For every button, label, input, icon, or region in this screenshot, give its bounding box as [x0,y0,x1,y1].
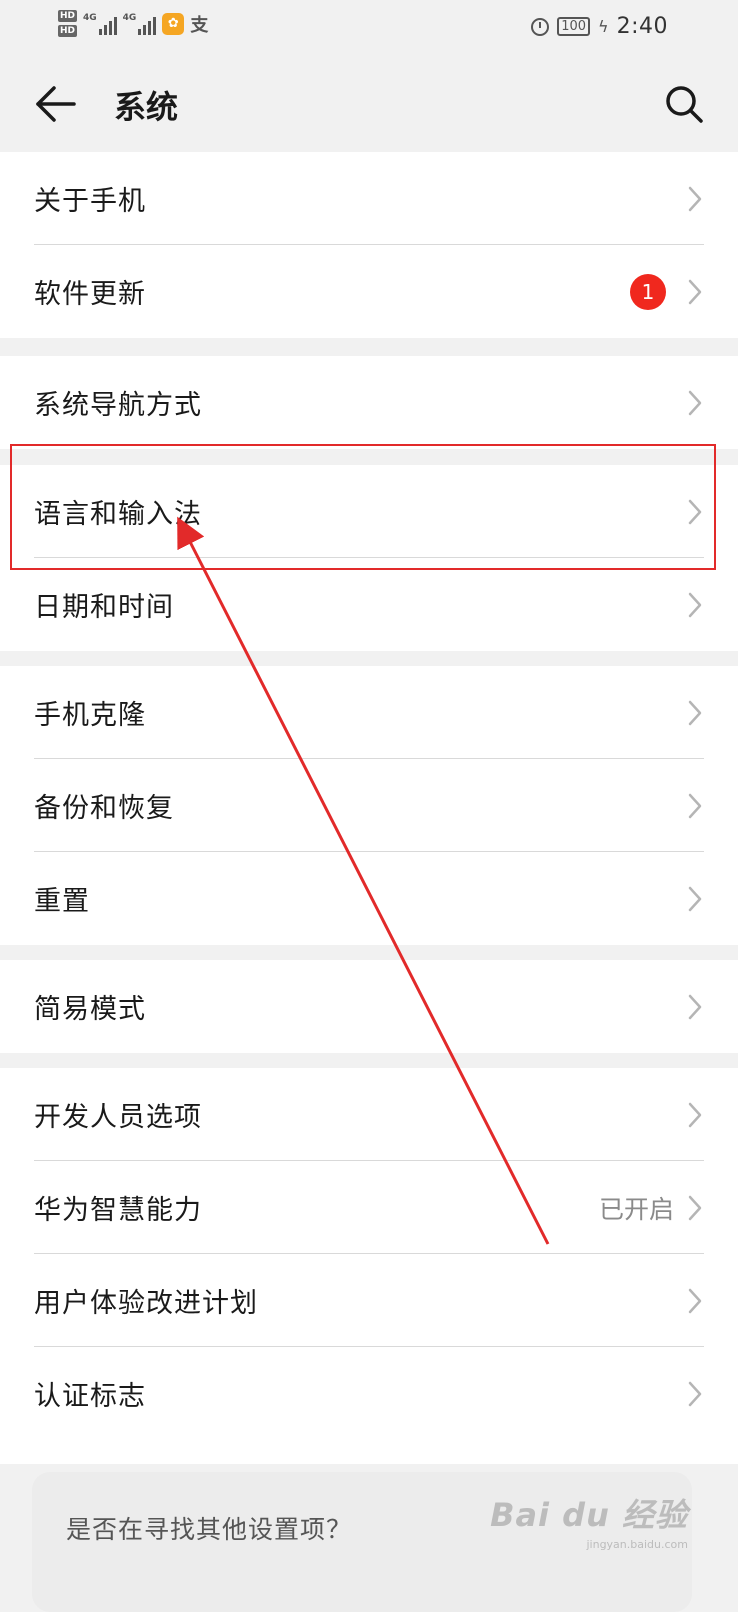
settings-item-user-experience[interactable]: 用户体验改进计划 [0,1254,738,1347]
status-right-icons: 100 ϟ 2:40 [531,14,668,39]
chevron-right-icon [688,886,702,911]
alarm-icon [531,17,550,36]
settings-item-simple-mode[interactable]: 简易模式 [0,960,738,1053]
app-bar: 系统 [0,56,738,152]
clock: 2:40 [616,14,668,39]
notification-badge: 1 [630,273,666,310]
chevron-right-icon [688,700,702,725]
charging-icon: ϟ [598,17,609,36]
chevron-right-icon [688,186,702,211]
settings-item-label: 华为智慧能力 [34,1195,202,1226]
settings-item-label: 软件更新 [34,279,146,310]
settings-item-certification[interactable]: 认证标志 [0,1347,738,1440]
settings-item-language-input[interactable]: 语言和输入法 [0,465,738,558]
back-arrow-icon[interactable] [34,84,78,124]
more-settings-text: 是否在寻找其他设置项？ [66,1515,353,1544]
hd-sim1-icon: HD [58,10,78,22]
signal-sim2-icon: 4G [123,13,157,35]
more-settings-card[interactable]: 是否在寻找其他设置项？ [32,1472,692,1612]
settings-item-label: 用户体验改进计划 [34,1288,258,1319]
hd-sim2-icon: HD [58,25,78,37]
settings-item-developer-options[interactable]: 开发人员选项 [0,1068,738,1161]
settings-group-1: 关于手机 软件更新 1 [0,152,738,338]
settings-item-value: 已开启 [598,1194,674,1224]
battery-icon: 100 [557,17,591,36]
spacer [0,449,738,465]
settings-item-label: 认证标志 [34,1381,146,1412]
settings-item-label: 关于手机 [34,186,146,217]
settings-group-2: 系统导航方式 语言和输入法 日期和时间 [0,356,738,651]
settings-item-about-phone[interactable]: 关于手机 [0,152,738,245]
settings-item-label: 日期和时间 [34,592,174,623]
settings-group-3: 手机克隆 备份和恢复 重置 [0,666,738,945]
chevron-right-icon [688,1195,702,1220]
page-title: 系统 [114,88,179,126]
settings-item-date-time[interactable]: 日期和时间 [0,558,738,651]
settings-item-label: 手机克隆 [34,700,146,731]
settings-item-huawei-intelligence[interactable]: 华为智慧能力 已开启 [0,1161,738,1254]
settings-group-5: 开发人员选项 华为智慧能力 已开启 用户体验改进计划 认证标志 [0,1068,738,1464]
status-left-icons: HD HD 4G 4G ✿ 支 [58,10,208,37]
chevron-right-icon [688,1102,702,1127]
settings-item-label: 简易模式 [34,994,146,1025]
settings-item-label: 开发人员选项 [34,1102,202,1133]
chevron-right-icon [688,592,702,617]
chevron-right-icon [688,994,702,1019]
hd-indicators: HD HD [58,10,78,37]
status-bar: HD HD 4G 4G ✿ 支 100 ϟ 2:40 [0,0,738,56]
settings-item-navigation[interactable]: 系统导航方式 [0,356,738,449]
search-icon[interactable] [664,84,704,124]
chevron-right-icon [688,390,702,415]
chevron-right-icon [688,1288,702,1313]
settings-item-reset[interactable]: 重置 [0,852,738,945]
settings-item-backup-restore[interactable]: 备份和恢复 [0,759,738,852]
chevron-right-icon [688,793,702,818]
chevron-right-icon [688,499,702,524]
settings-item-label: 语言和输入法 [34,499,202,530]
settings-item-label: 备份和恢复 [34,793,174,824]
settings-item-label: 重置 [34,886,90,917]
signal-sim1-icon: 4G [83,13,117,35]
uc-browser-icon: ✿ [162,12,185,35]
alipay-icon: 支 [190,14,209,36]
settings-item-phone-clone[interactable]: 手机克隆 [0,666,738,759]
settings-item-label: 系统导航方式 [34,390,202,421]
settings-group-4: 简易模式 [0,960,738,1053]
settings-item-software-update[interactable]: 软件更新 1 [0,245,738,338]
chevron-right-icon [688,279,702,304]
chevron-right-icon [688,1381,702,1406]
